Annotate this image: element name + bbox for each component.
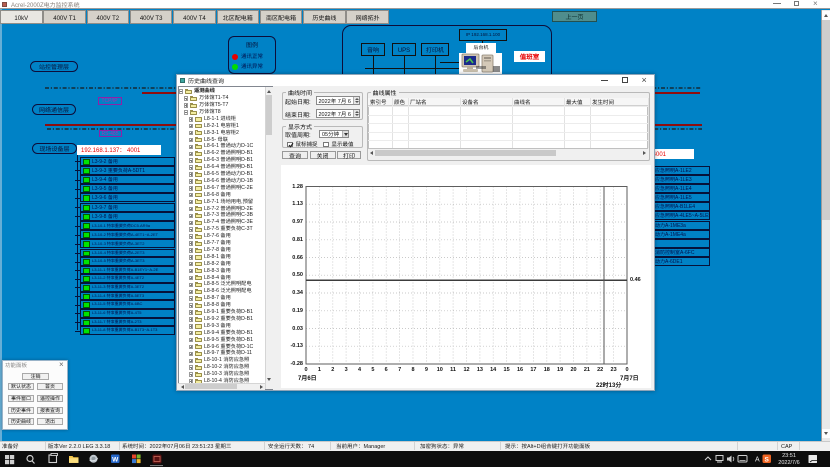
svg-text:A: A [755, 457, 760, 464]
svg-text:S: S [765, 456, 770, 463]
svg-text:W: W [112, 456, 119, 463]
